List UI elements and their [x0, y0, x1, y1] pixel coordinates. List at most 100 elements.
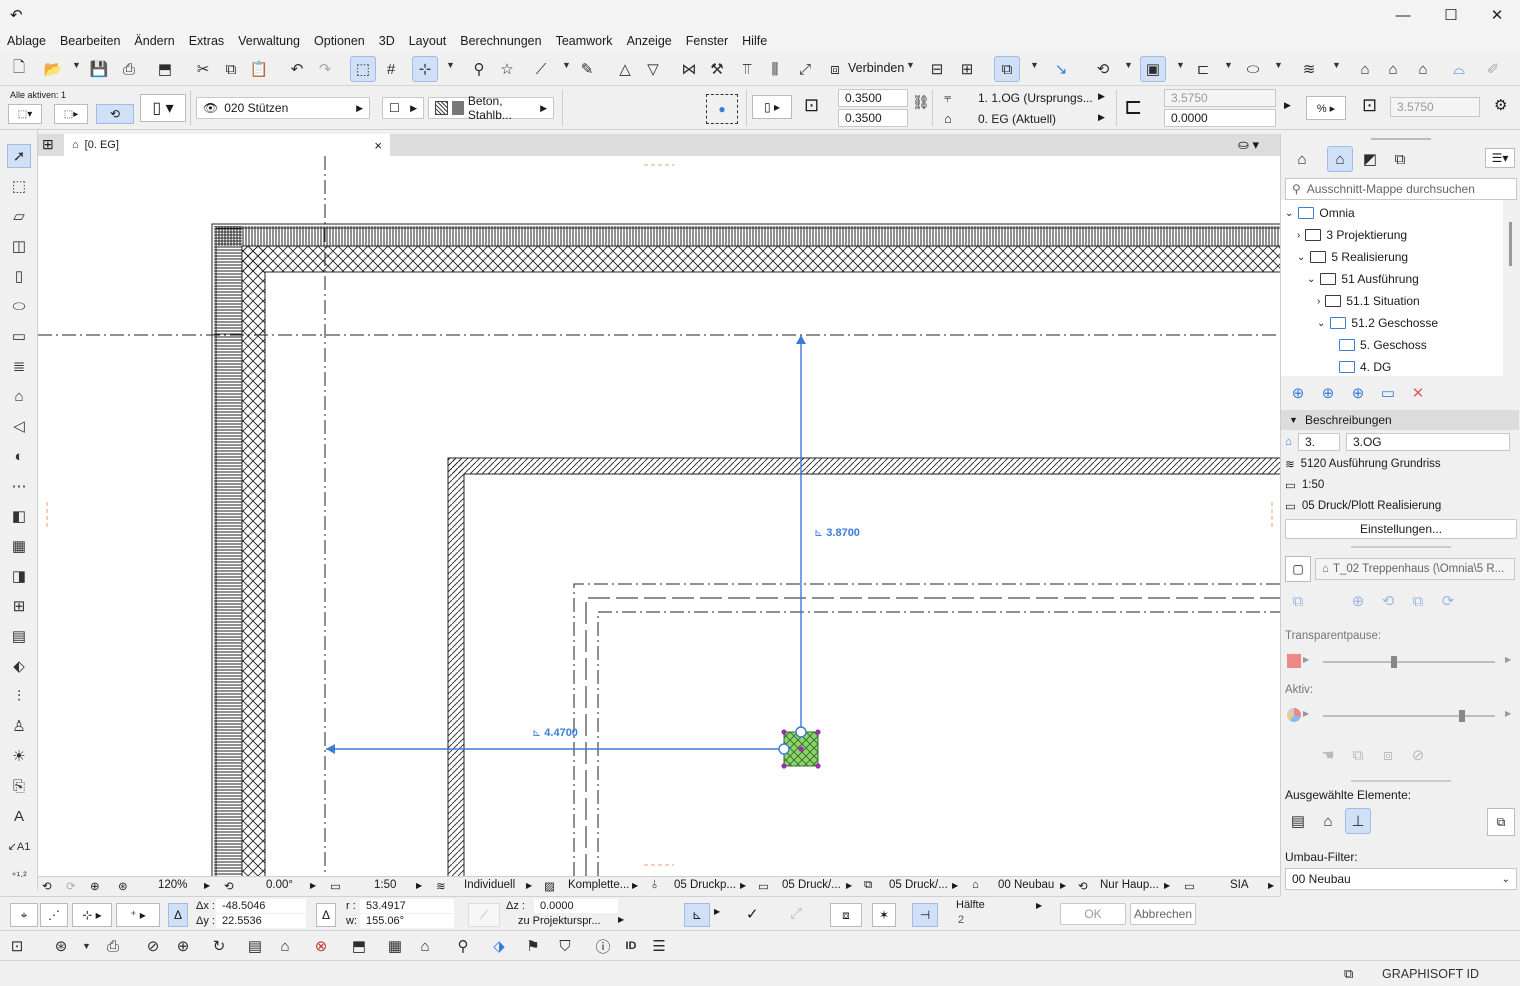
structure-icon[interactable]: ⊏	[1190, 56, 1216, 82]
snap-dropdown-icon[interactable]: ▼	[446, 60, 455, 70]
find-icon[interactable]: ⚲	[450, 933, 476, 959]
publish-icon[interactable]: ⬒	[152, 56, 178, 82]
floor-plan-canvas[interactable]: ⊾ 3.8700 ⊾ 4.4700	[38, 156, 1280, 876]
percent-icon[interactable]: % ▸	[1306, 96, 1346, 120]
orientation-icon[interactable]: ▯ ▸	[752, 95, 792, 119]
hatch-icon[interactable]: ▤	[242, 933, 268, 959]
paste-icon[interactable]: 📋	[246, 56, 272, 82]
compare-2-icon[interactable]: ⧈	[1375, 742, 1401, 768]
connect-icon[interactable]: ⧈	[822, 56, 848, 82]
distribute-icon[interactable]: ⫼	[762, 56, 788, 82]
dimension-tool-icon[interactable]: ⁺¹·²	[7, 864, 31, 888]
brush-icon[interactable]: ✐	[1480, 56, 1506, 82]
tree-item-geschosse[interactable]: ⌄ 51.2 Geschosse	[1317, 312, 1438, 334]
top-story-value[interactable]: 1. 1.OG (Ursprungs...	[978, 91, 1093, 105]
menu-item-2[interactable]: Ändern	[127, 34, 181, 48]
view-options-icon[interactable]: ⛀ ▾	[1238, 137, 1259, 153]
fit-zoom-icon[interactable]: ⊛	[118, 879, 128, 893]
save-icon[interactable]: 💾	[86, 56, 112, 82]
new-view-icon[interactable]: ⊕	[1285, 380, 1311, 406]
mesh-tool-icon[interactable]: ⋯	[7, 474, 31, 498]
globe-icon[interactable]: ⊕	[170, 933, 196, 959]
column-geometry-icon[interactable]: ▯ ▾	[140, 94, 186, 122]
tree-item-situation[interactable]: › 51.1 Situation	[1317, 290, 1420, 312]
tree-item-4-dg[interactable]: 4. DG	[1339, 356, 1391, 378]
model-filter-icon[interactable]: ⧉	[1487, 808, 1515, 836]
door-tool-icon[interactable]: ◫	[7, 234, 31, 258]
3d-window-icon[interactable]: ⟲	[1090, 56, 1116, 82]
tab-overview-icon[interactable]: ⊞	[42, 136, 62, 154]
view-mode-dropdown-icon[interactable]: ▼	[1030, 60, 1039, 70]
width-field-1[interactable]: 0.3500	[838, 89, 908, 107]
curtain-wall-tool-icon[interactable]: ▦	[7, 534, 31, 558]
snap-line-icon[interactable]: ⋰	[40, 903, 68, 927]
cut-icon[interactable]: ✂	[190, 56, 216, 82]
objects-filter-icon[interactable]: ⌂	[1315, 808, 1341, 834]
view-map-tab-icon[interactable]: ⌂	[1327, 146, 1353, 172]
tree-scrollbar[interactable]	[1509, 222, 1512, 266]
rotate-tool-icon[interactable]: ⟲	[96, 104, 134, 124]
copy-icon[interactable]: ⧉	[218, 56, 244, 82]
base-offset-field[interactable]: 0.0000	[1164, 109, 1276, 127]
no-view-icon[interactable]: ⊗	[308, 933, 334, 959]
wall-tool-icon[interactable]: ▱	[7, 204, 31, 228]
w-field[interactable]: 155.06°	[360, 914, 454, 928]
3d-explore-dropdown-icon[interactable]: ▼	[82, 941, 91, 951]
grid-tool-icon[interactable]: ⊞	[7, 594, 31, 618]
elevation-icon[interactable]: ⊞	[954, 56, 980, 82]
close-window-button[interactable]: ✕	[1474, 0, 1520, 30]
transparent-color-swatch[interactable]	[1287, 654, 1301, 668]
rotate-copy-icon[interactable]: ⧈	[830, 903, 862, 927]
text-tool-icon[interactable]: A	[7, 804, 31, 828]
material-field[interactable]: Beton, Stahlb... ▶	[428, 94, 554, 122]
measure-icon[interactable]: ⊘	[140, 933, 166, 959]
favorites-icon[interactable]: ☆	[494, 56, 520, 82]
half-label[interactable]: Hälfte	[956, 899, 985, 911]
snap-point-icon[interactable]: ⌖	[10, 903, 38, 927]
railing-tool-icon[interactable]: ⫶	[7, 684, 31, 708]
tree-item-projektierung[interactable]: › 3 Projektierung	[1297, 224, 1407, 246]
redo-zoom-icon[interactable]: ⟳	[66, 879, 76, 893]
transparent-slider[interactable]	[1323, 656, 1495, 668]
label-tool-icon[interactable]: ⎘	[7, 774, 31, 798]
menu-item-3[interactable]: Extras	[182, 34, 231, 48]
menu-item-7[interactable]: Layout	[402, 34, 454, 48]
new-file-icon[interactable]: 🗋	[6, 56, 32, 82]
settings-button[interactable]: Einstellungen...	[1285, 519, 1517, 539]
dy-field[interactable]: 22.5536	[216, 914, 306, 928]
house-view-icon[interactable]: ⌂	[272, 933, 298, 959]
menu-item-5[interactable]: Optionen	[307, 34, 372, 48]
3d-dropdown-icon[interactable]: ▼	[1124, 60, 1133, 70]
label-a1-tool-icon[interactable]: ↙A1	[7, 834, 31, 858]
link-icon[interactable]: ⛓	[912, 94, 930, 111]
view-name-field[interactable]: 3.OG	[1345, 433, 1510, 451]
floor-plan-icon[interactable]: ▣	[1140, 56, 1166, 82]
source-view-field[interactable]: ⌂ T_02 Treppenhaus (\Omnia\5 R...	[1315, 558, 1515, 580]
dimension-label-horizontal[interactable]: ⊾ 4.4700	[532, 726, 578, 739]
menu-item-4[interactable]: Verwaltung	[231, 34, 307, 48]
split-icon[interactable]: ⋈	[676, 56, 702, 82]
find-select-icon[interactable]: ⚲	[466, 56, 492, 82]
diagonal-icon[interactable]: ⤢	[790, 905, 802, 922]
info-icon[interactable]: ⓘ	[590, 933, 616, 959]
hand-icon[interactable]: ☚	[1315, 742, 1341, 768]
adjust-icon[interactable]: ⚒	[704, 56, 730, 82]
marquee-mode-icon[interactable]: ⬚▸	[54, 104, 88, 124]
align-icon[interactable]: ⫪	[734, 56, 760, 82]
properties-icon[interactable]: ▭	[1375, 380, 1401, 406]
flag-icon[interactable]: ⚑	[520, 933, 546, 959]
morph-tool-icon[interactable]: ◐	[7, 444, 31, 468]
tree-item-omnia[interactable]: ⌄ Omnia	[1285, 202, 1355, 224]
document-icon[interactable]: ⎙	[100, 933, 126, 959]
resize-icon[interactable]: ⤢	[792, 56, 818, 82]
overlay-4-icon[interactable]: ⧉	[1405, 588, 1431, 614]
snap-icon[interactable]: ⊹	[412, 56, 438, 82]
model-view-value[interactable]: Komplette...	[568, 879, 629, 891]
shell-tool-icon[interactable]: ◁	[7, 414, 31, 438]
renovation-dropdown-icon[interactable]: ▼	[1274, 60, 1283, 70]
roof-icon[interactable]: ⌓	[1446, 56, 1472, 82]
3d-explore-icon[interactable]: ⊛	[48, 933, 74, 959]
dx-field[interactable]: -48.5046	[216, 899, 306, 913]
beam-tool-icon[interactable]: ▭	[7, 324, 31, 348]
snap-grid-icon[interactable]: ⊹ ▸	[72, 903, 112, 927]
